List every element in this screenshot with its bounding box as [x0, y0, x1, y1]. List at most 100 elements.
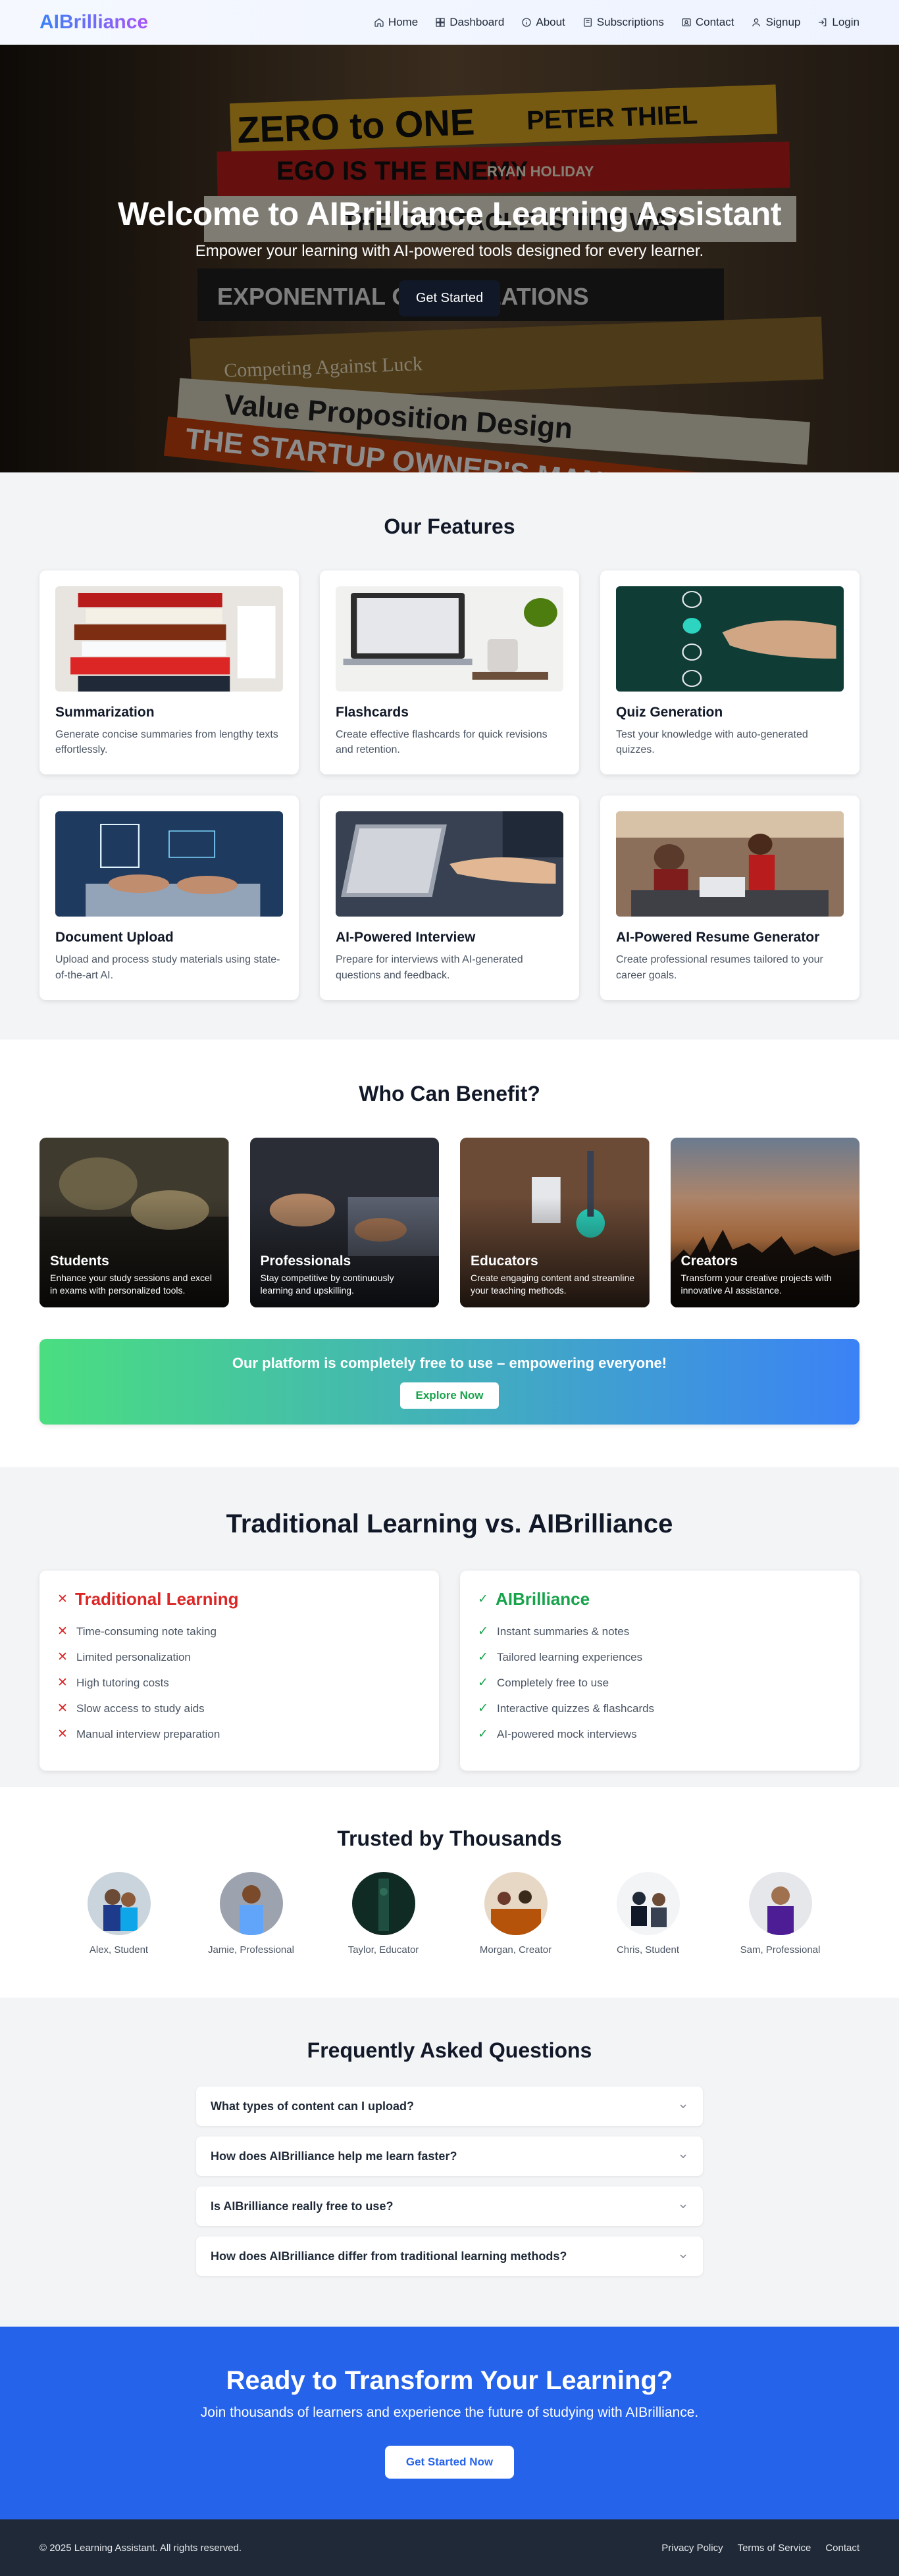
- feature-image-laptop: [336, 586, 563, 692]
- feature-title: Quiz Generation: [616, 705, 723, 720]
- benefit-card-title: Creators: [681, 1253, 738, 1269]
- list-item: ✓ Tailored learning experiences: [478, 1650, 643, 1664]
- grid-icon: [436, 17, 445, 27]
- feature-card-quiz[interactable]: Quiz Generation Test your knowledge with…: [600, 570, 860, 775]
- avatar: [351, 1872, 415, 1935]
- close-icon: ✕: [57, 1676, 68, 1690]
- benefit-card-desc: Transform your creative projects with in…: [681, 1273, 832, 1296]
- nav-home-label: Home: [388, 15, 419, 28]
- brand-logo[interactable]: AIBrilliance: [39, 11, 148, 34]
- chevron-down-icon: [680, 2204, 686, 2208]
- info-icon: [522, 17, 532, 27]
- explore-now-button[interactable]: Explore Now: [399, 1382, 500, 1409]
- feature-image-books: [55, 586, 283, 692]
- faq-question: What types of content can I upload?: [211, 2099, 415, 2113]
- card-icon: [583, 17, 592, 27]
- privacy-policy-link[interactable]: Privacy Policy: [661, 2542, 723, 2554]
- free-banner: Our platform is completely free to use –…: [39, 1339, 860, 1425]
- faq-list: What types of content can I upload? How …: [196, 2086, 703, 2276]
- aibrilliance-title: AIBrilliance: [496, 1589, 590, 1609]
- benefit-card-professionals[interactable]: Professionals Stay competitive by contin…: [249, 1138, 439, 1307]
- testimonial-item: Alex, Student: [66, 1872, 172, 1956]
- testimonial-item: Morgan, Creator: [463, 1872, 569, 1956]
- benefit-grid: Students Enhance your study sessions and…: [39, 1138, 860, 1307]
- footer: © 2025 Learning Assistant. All rights re…: [0, 2519, 899, 2576]
- hero-subtitle: Empower your learning with AI-powered to…: [195, 242, 704, 260]
- user-icon: [752, 18, 761, 26]
- avatar: [748, 1872, 812, 1935]
- faq-item[interactable]: What types of content can I upload?: [196, 2086, 703, 2126]
- nav-signup-label: Signup: [765, 15, 801, 28]
- features-section: Our Features Summarization Generate conc…: [0, 472, 899, 1040]
- faq-item[interactable]: Is AIBrilliance really free to use?: [196, 2186, 703, 2226]
- list-item: ✓ Interactive quizzes & flashcards: [478, 1702, 655, 1715]
- top-nav: AIBrilliance Home Dashboard About Subscr…: [0, 0, 899, 45]
- feature-desc: Generate concise summaries from lengthy …: [55, 729, 278, 756]
- aibrilliance-card: ✓ AIBrilliance ✓ Instant summaries & note…: [460, 1571, 860, 1771]
- traditional-card: ✕ Traditional Learning ✕ Time-consuming n…: [39, 1571, 439, 1771]
- nav-home[interactable]: Home: [374, 16, 418, 29]
- testimonial-item: Chris, Student: [596, 1872, 701, 1956]
- benefit-card-students[interactable]: Students Enhance your study sessions and…: [39, 1138, 229, 1307]
- get-started-now-button[interactable]: Get Started Now: [384, 2446, 515, 2479]
- list-item: ✓ Instant summaries & notes: [478, 1625, 630, 1638]
- faq-item[interactable]: How does AIBrilliance differ from tradit…: [196, 2236, 703, 2276]
- nav-about-label: About: [536, 15, 565, 28]
- avatar: [484, 1872, 548, 1935]
- traditional-title: Traditional Learning: [75, 1589, 239, 1609]
- avatar: [87, 1872, 151, 1935]
- check-icon: ✓: [478, 1625, 488, 1638]
- footer-contact-link[interactable]: Contact: [825, 2542, 860, 2554]
- chevron-down-icon: [680, 2154, 686, 2158]
- nav-dashboard-label: Dashboard: [450, 15, 505, 28]
- terms-of-service-link[interactable]: Terms of Service: [738, 2542, 811, 2554]
- benefit-card-title: Educators: [471, 1253, 538, 1269]
- benefit-title: Who Can Benefit?: [359, 1082, 540, 1105]
- features-grid: Summarization Generate concise summaries…: [39, 570, 860, 1000]
- trusted-section: Trusted by Thousands Alex, Student Jamie…: [0, 1787, 899, 1998]
- nav-dashboard[interactable]: Dashboard: [435, 16, 504, 29]
- nav-about[interactable]: About: [521, 16, 565, 29]
- close-icon: ✕: [57, 1592, 68, 1606]
- trusted-title: Trusted by Thousands: [337, 1827, 562, 1850]
- feature-card-flashcards[interactable]: Flashcards Create effective flashcards f…: [320, 570, 579, 775]
- feature-title: Document Upload: [55, 930, 174, 946]
- nav-subscriptions[interactable]: Subscriptions: [582, 16, 664, 29]
- feature-image-interview: [336, 811, 563, 917]
- close-icon: ✕: [57, 1702, 68, 1715]
- nav-links: Home Dashboard About Subscriptions Conta…: [374, 16, 860, 29]
- testimonial-name: Chris, Student: [616, 1944, 680, 1956]
- feature-card-summarization[interactable]: Summarization Generate concise summaries…: [39, 570, 299, 775]
- check-icon: ✓: [478, 1727, 488, 1741]
- testimonial-item: Taylor, Educator: [331, 1872, 436, 1956]
- get-started-button[interactable]: Get Started: [398, 280, 501, 316]
- nav-login[interactable]: Login: [817, 16, 860, 29]
- feature-image-upload: [55, 811, 283, 917]
- list-item: ✓ Completely free to use: [478, 1676, 609, 1690]
- chevron-down-icon: [680, 2104, 686, 2108]
- feature-card-upload[interactable]: Document Upload Upload and process study…: [39, 796, 299, 1000]
- nav-contact[interactable]: Contact: [681, 16, 734, 29]
- benefit-card-creators[interactable]: Creators Transform your creative project…: [670, 1138, 860, 1307]
- feature-image-resume: [616, 811, 844, 917]
- feature-title: Flashcards: [336, 705, 409, 720]
- hero-section: ZERO to ONE PETER THIEL EGO IS THE ENEMY…: [0, 45, 899, 472]
- cta-section: Ready to Transform Your Learning? Join t…: [0, 2327, 899, 2519]
- comparison-title: Traditional Learning vs. AIBrilliance: [226, 1509, 673, 1538]
- feature-card-resume[interactable]: AI-Powered Resume Generator Create profe…: [600, 796, 860, 1000]
- feature-desc: Test your knowledge with auto-generated …: [616, 729, 808, 756]
- check-icon: ✓: [478, 1676, 488, 1690]
- faq-item[interactable]: How does AIBrilliance help me learn fast…: [196, 2136, 703, 2176]
- feature-card-interview[interactable]: AI-Powered Interview Prepare for intervi…: [320, 796, 579, 1000]
- testimonial-name: Sam, Professional: [740, 1944, 821, 1956]
- contact-icon: [682, 18, 691, 26]
- nav-signup[interactable]: Signup: [751, 16, 800, 29]
- list-item: ✕ High tutoring costs: [57, 1676, 169, 1690]
- feature-title: Summarization: [55, 705, 155, 720]
- benefit-card-educators[interactable]: Educators Create engaging content and st…: [460, 1138, 650, 1307]
- cta-subtitle: Join thousands of learners and experienc…: [200, 2405, 699, 2420]
- faq-question: How does AIBrilliance differ from tradit…: [211, 2249, 567, 2263]
- feature-desc: Prepare for interviews with AI-generated…: [336, 954, 523, 981]
- testimonial-name: Morgan, Creator: [479, 1944, 552, 1956]
- nav-subscriptions-label: Subscriptions: [596, 15, 664, 28]
